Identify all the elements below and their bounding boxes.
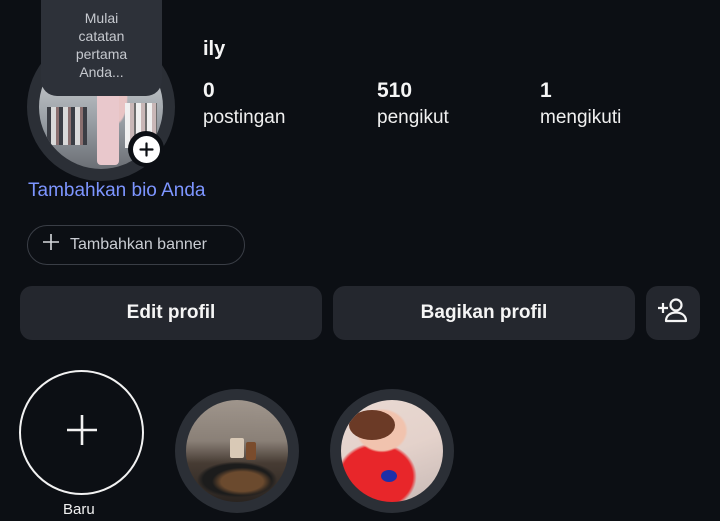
add-banner-button[interactable]: Tambahkan banner <box>27 225 245 265</box>
highlight-photo-detail <box>246 442 256 460</box>
plus-icon <box>65 413 99 452</box>
username: ily <box>203 38 226 60</box>
new-highlight-button[interactable] <box>19 370 144 495</box>
highlight-photo-detail <box>381 470 397 482</box>
share-profile-label: Bagikan profil <box>420 302 548 323</box>
avatar-photo-detail <box>47 107 87 145</box>
note-line: Anda... <box>79 64 124 80</box>
plus-icon <box>132 135 160 163</box>
highlight-photo-detail <box>349 410 395 440</box>
note-line: catatan <box>78 28 125 44</box>
edit-profile-button[interactable]: Edit profil <box>20 286 322 340</box>
note-bubble[interactable]: Mulai catatan pertama Anda... <box>41 0 162 96</box>
following-count[interactable]: 1 <box>540 79 552 103</box>
add-bio-link[interactable]: Tambahkan bio Anda <box>28 180 205 202</box>
note-line: Mulai <box>84 10 119 26</box>
new-highlight-label: Baru <box>63 501 95 518</box>
posts-label[interactable]: postingan <box>203 107 285 129</box>
note-line: pertama <box>75 46 128 62</box>
add-person-icon <box>658 297 688 329</box>
posts-count[interactable]: 0 <box>203 79 215 103</box>
highlight-photo-detail <box>230 438 244 458</box>
discover-people-button[interactable] <box>646 286 700 340</box>
followers-label[interactable]: pengikut <box>377 107 449 129</box>
highlight-thumbnail[interactable] <box>341 400 443 502</box>
followers-count[interactable]: 510 <box>377 79 412 103</box>
highlight-thumbnail[interactable] <box>186 400 288 502</box>
following-label[interactable]: mengikuti <box>540 107 621 129</box>
edit-profile-label: Edit profil <box>126 302 216 323</box>
add-banner-label: Tambahkan banner <box>70 236 207 253</box>
plus-icon <box>42 232 60 256</box>
share-profile-button[interactable]: Bagikan profil <box>333 286 635 340</box>
add-story-button[interactable] <box>128 131 164 167</box>
